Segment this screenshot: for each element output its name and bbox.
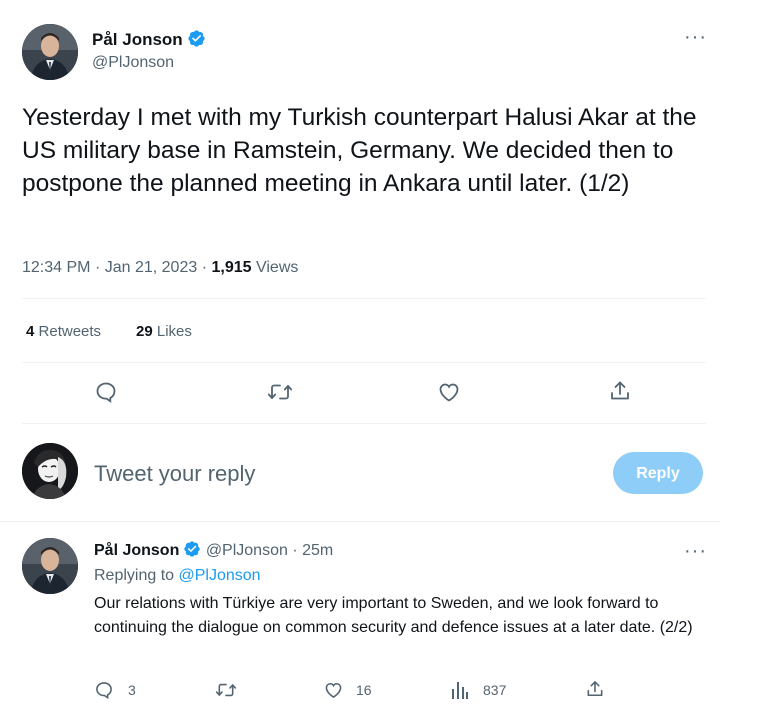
reply-retweet-action[interactable] bbox=[215, 680, 249, 700]
retweets-label: Retweets bbox=[38, 323, 102, 340]
verified-badge-icon bbox=[184, 541, 201, 557]
reply-icon bbox=[96, 682, 112, 700]
like-count: 16 bbox=[356, 682, 372, 698]
tweet-date[interactable]: Jan 21, 2023 bbox=[105, 259, 198, 276]
tweet-text: Yesterday I met with my Turkish counterp… bbox=[22, 104, 697, 197]
tweet-meta: 12:34 PM · Jan 21, 2023 · 1,915 Views bbox=[22, 259, 298, 277]
views-label: Views bbox=[255, 259, 299, 276]
reply-author-avatar[interactable] bbox=[22, 538, 78, 594]
divider bbox=[22, 298, 706, 299]
likes-count: 29 bbox=[136, 323, 153, 340]
reply-count: 3 bbox=[128, 682, 136, 698]
retweets-stat[interactable]: 4 Retweets bbox=[26, 323, 101, 340]
author-name[interactable]: Pål Jonson bbox=[92, 30, 183, 49]
reply-header: Pål Jonson @PlJonson · 25m bbox=[94, 540, 333, 560]
more-options-icon[interactable]: ··· bbox=[684, 27, 707, 47]
reply-author-handle[interactable]: @PlJonson bbox=[206, 542, 288, 559]
retweet-icon[interactable] bbox=[267, 380, 293, 404]
divider bbox=[22, 423, 706, 424]
divider bbox=[22, 362, 706, 363]
reply-icon[interactable] bbox=[94, 380, 118, 404]
share-icon[interactable] bbox=[608, 379, 632, 403]
divider bbox=[0, 521, 720, 522]
author-avatar[interactable] bbox=[22, 24, 78, 80]
replying-handle-link[interactable]: @PlJonson bbox=[179, 567, 261, 584]
tweet-time[interactable]: 12:34 PM bbox=[22, 259, 90, 276]
replying-prefix: Replying to bbox=[94, 567, 175, 584]
author-name-row: Pål Jonson bbox=[92, 29, 206, 50]
reply-time-ago[interactable]: 25m bbox=[302, 542, 333, 559]
reply-like-action[interactable]: 16 bbox=[323, 680, 372, 700]
like-icon[interactable] bbox=[437, 380, 461, 404]
reply-author-name[interactable]: Pål Jonson bbox=[94, 542, 179, 559]
meta-separator: · bbox=[292, 542, 303, 559]
retweets-count: 4 bbox=[26, 323, 35, 340]
retweet-icon bbox=[215, 683, 237, 697]
reply-share-action[interactable] bbox=[585, 679, 605, 704]
meta-separator: · bbox=[94, 259, 105, 276]
likes-stat[interactable]: 29 Likes bbox=[136, 323, 192, 340]
reply-text: Our relations with Türkiye are very impo… bbox=[94, 595, 693, 636]
reply-button[interactable]: Reply bbox=[613, 452, 703, 494]
views-icon bbox=[452, 682, 468, 699]
reply-more-options-icon[interactable]: ··· bbox=[684, 541, 707, 561]
reply-views-action[interactable]: 837 bbox=[451, 680, 506, 700]
views-count: 837 bbox=[483, 682, 507, 698]
likes-label: Likes bbox=[156, 323, 192, 340]
replying-to: Replying to @PlJonson bbox=[94, 567, 261, 585]
reply-reply-action[interactable]: 3 bbox=[94, 680, 136, 700]
views-count: 1,915 bbox=[211, 259, 252, 276]
author-handle[interactable]: @PlJonson bbox=[92, 54, 174, 72]
share-icon bbox=[587, 681, 603, 697]
verified-badge-icon bbox=[188, 30, 205, 47]
like-icon bbox=[325, 682, 342, 699]
reply-input[interactable]: Tweet your reply bbox=[94, 461, 255, 487]
current-user-avatar[interactable] bbox=[22, 443, 78, 499]
